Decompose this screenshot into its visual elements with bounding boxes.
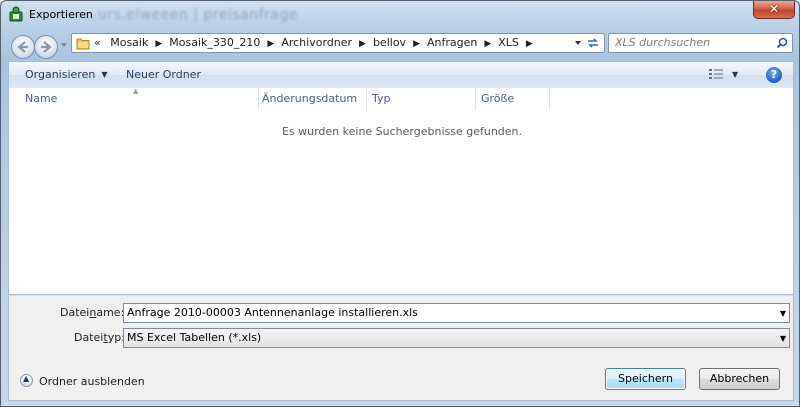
view-options-icon[interactable]: [709, 68, 723, 80]
filename-label: Dateiname:: [60, 306, 125, 319]
filename-value[interactable]: Anfrage 2010-00003 Antennenanlage instal…: [127, 306, 418, 319]
column-divider[interactable]: [475, 88, 476, 110]
breadcrumb-separator-icon[interactable]: ▶: [408, 39, 425, 49]
search-box[interactable]: [608, 33, 793, 53]
search-icon[interactable]: [776, 37, 788, 49]
empty-list-message: Es wurden keine Suchergebnisse gefunden.: [281, 125, 523, 138]
chevron-down-icon[interactable]: ▼: [780, 309, 786, 318]
back-button[interactable]: [11, 35, 35, 59]
breadcrumb-item-xls[interactable]: XLS: [496, 36, 521, 49]
breadcrumb-separator-icon[interactable]: ▶: [479, 39, 496, 49]
app-icon: [9, 6, 23, 22]
view-dropdown-icon[interactable]: ▼: [732, 70, 738, 79]
column-header-name[interactable]: Name: [25, 92, 57, 110]
search-input[interactable]: [612, 35, 776, 50]
breadcrumb: « Mosaik ▶ Mosaik_330_210 ▶ Archivordner ▶ bel…: [94, 36, 538, 49]
breadcrumb-separator-icon[interactable]: ▶: [521, 39, 538, 49]
column-divider[interactable]: [258, 88, 259, 110]
breadcrumb-overflow[interactable]: «: [94, 36, 105, 49]
chevron-up-icon: ▲: [23, 374, 30, 383]
new-folder-button[interactable]: Neuer Ordner: [126, 68, 201, 81]
recent-pages-dropdown-icon[interactable]: [60, 41, 68, 49]
breadcrumb-item-mosaik-330-210[interactable]: Mosaik_330_210: [167, 36, 262, 49]
breadcrumb-item-archivordner[interactable]: Archivordner: [279, 36, 354, 49]
arrow-left-icon: [17, 41, 28, 53]
background-window-text: ...urs.elweeen | preisanfrage: [83, 7, 298, 23]
filetype-value: MS Excel Tabellen (*.xls): [127, 331, 262, 344]
organize-menu[interactable]: Organisieren ▼: [25, 68, 107, 81]
close-icon: ✕: [768, 2, 780, 16]
filetype-label: Dateityp:: [74, 331, 125, 344]
file-list[interactable]: ▲ Name Änderungsdatum Typ Größe Es wurde…: [8, 87, 794, 295]
refresh-icon[interactable]: [585, 36, 601, 50]
chevron-down-icon: ▼: [101, 70, 108, 79]
breadcrumb-separator-icon[interactable]: ▶: [150, 39, 167, 49]
breadcrumb-separator-icon[interactable]: ▶: [262, 39, 279, 49]
chevron-down-icon[interactable]: ▼: [780, 334, 786, 343]
breadcrumb-item-mosaik[interactable]: Mosaik: [108, 36, 150, 49]
column-header-modified[interactable]: Änderungsdatum: [262, 92, 357, 110]
help-icon[interactable]: ?: [766, 67, 782, 83]
column-header-type[interactable]: Typ: [372, 92, 391, 110]
filename-field[interactable]: Anfrage 2010-00003 Antennenanlage instal…: [123, 303, 790, 323]
organize-label: Organisieren: [25, 68, 96, 81]
title-bar[interactable]: Exportieren ...urs.elweeen | preisanfrag…: [1, 1, 799, 31]
forward-button[interactable]: [34, 35, 58, 59]
hide-folders-label[interactable]: Ordner ausblenden: [39, 375, 145, 388]
save-options-panel: Dateiname: Anfrage 2010-00003 Antennenan…: [8, 295, 794, 401]
save-button[interactable]: Speichern: [605, 368, 686, 390]
close-button[interactable]: ✕: [753, 1, 795, 19]
arrow-right-icon: [41, 41, 52, 53]
cancel-button[interactable]: Abbrechen: [699, 368, 780, 390]
filetype-select[interactable]: MS Excel Tabellen (*.xls) ▼: [123, 328, 790, 348]
hide-folders-toggle[interactable]: ▲: [20, 374, 33, 387]
command-bar: Organisieren ▼ Neuer Ordner ▼ ?: [8, 61, 794, 88]
folder-icon: [76, 38, 90, 50]
column-divider[interactable]: [549, 88, 550, 110]
breadcrumb-separator-icon[interactable]: ▶: [354, 39, 371, 49]
address-dropdown-icon[interactable]: [574, 39, 582, 47]
breadcrumb-item-bellov[interactable]: bellov: [371, 36, 408, 49]
breadcrumb-item-anfragen[interactable]: Anfragen: [425, 36, 479, 49]
address-bar[interactable]: « Mosaik ▶ Mosaik_330_210 ▶ Archivordner ▶ bel…: [71, 33, 605, 53]
column-header-size[interactable]: Größe: [481, 92, 514, 110]
sort-ascending-icon: ▲: [133, 87, 139, 95]
export-dialog: Exportieren ...urs.elweeen | preisanfrag…: [0, 0, 800, 407]
column-divider[interactable]: [366, 88, 367, 110]
